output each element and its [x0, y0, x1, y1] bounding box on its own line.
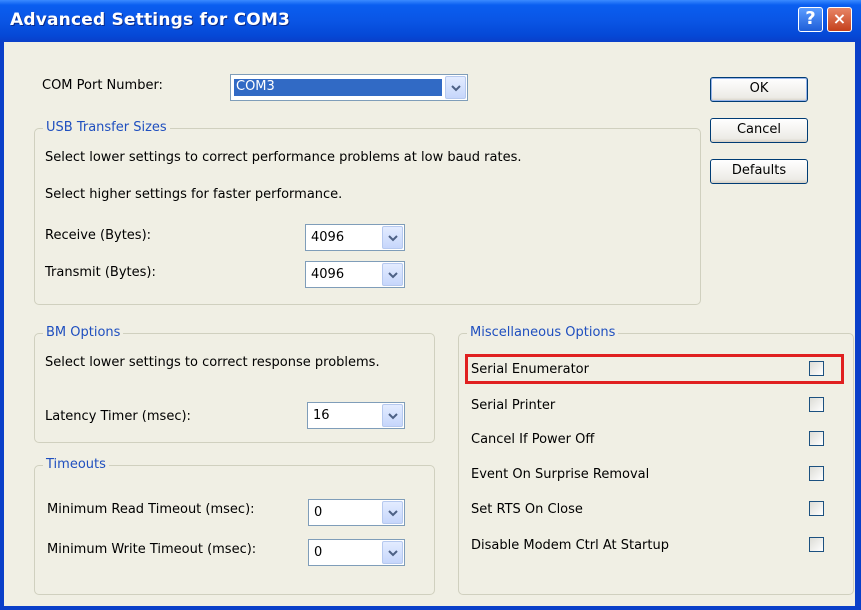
- help-icon: ?: [805, 8, 816, 29]
- latency-timer-select[interactable]: 16: [307, 402, 405, 429]
- latency-timer-value: 16: [313, 408, 330, 423]
- serial-printer-checkbox[interactable]: [809, 397, 824, 412]
- usb-group-title: USB Transfer Sizes: [43, 120, 170, 135]
- chevron-down-icon[interactable]: [382, 404, 403, 427]
- chevron-down-icon[interactable]: [382, 541, 403, 564]
- chevron-down-icon[interactable]: [382, 501, 403, 524]
- misc-group-title: Miscellaneous Options: [467, 325, 619, 340]
- window-title: Advanced Settings for COM3: [10, 10, 291, 30]
- misc-options-group: Miscellaneous Options Serial Enumerator …: [458, 325, 854, 595]
- com-port-value: COM3: [234, 79, 442, 96]
- chevron-down-icon[interactable]: [382, 263, 403, 286]
- chevron-down-icon[interactable]: [382, 226, 403, 249]
- close-button[interactable]: ×: [827, 7, 852, 32]
- cancel-button[interactable]: Cancel: [710, 118, 808, 143]
- help-button[interactable]: ?: [798, 7, 823, 32]
- min-read-timeout-label: Minimum Read Timeout (msec):: [47, 502, 255, 517]
- min-write-timeout-select[interactable]: 0: [308, 539, 405, 566]
- disable-modem-ctrl-checkbox[interactable]: [809, 537, 824, 552]
- chevron-down-icon[interactable]: [445, 76, 466, 99]
- event-on-surprise-removal-checkbox[interactable]: [809, 466, 824, 481]
- defaults-button[interactable]: Defaults: [710, 159, 808, 184]
- dialog-client-area: COM Port Number: COM3 OK Cancel Defaults…: [4, 42, 855, 606]
- com-port-select[interactable]: COM3: [230, 74, 468, 101]
- timeouts-group-title: Timeouts: [43, 457, 109, 472]
- cancel-if-power-off-label: Cancel If Power Off: [471, 432, 595, 447]
- disable-modem-ctrl-label: Disable Modem Ctrl At Startup: [471, 538, 669, 553]
- receive-bytes-value: 4096: [311, 230, 345, 245]
- dialog-window: Advanced Settings for COM3 ? × COM Port …: [0, 0, 861, 610]
- serial-enumerator-checkbox[interactable]: [809, 361, 824, 376]
- event-on-surprise-removal-label: Event On Surprise Removal: [471, 467, 650, 482]
- transmit-bytes-select[interactable]: 4096: [305, 261, 405, 288]
- transmit-bytes-label: Transmit (Bytes):: [45, 265, 156, 280]
- transmit-bytes-value: 4096: [311, 267, 345, 282]
- min-read-timeout-select[interactable]: 0: [308, 499, 405, 526]
- serial-enumerator-label: Serial Enumerator: [471, 362, 589, 377]
- usb-hint-higher: Select higher settings for faster perfor…: [45, 187, 343, 202]
- set-rts-on-close-checkbox[interactable]: [809, 501, 824, 516]
- receive-bytes-label: Receive (Bytes):: [45, 228, 152, 243]
- timeouts-group: Timeouts Minimum Read Timeout (msec): 0 …: [34, 457, 435, 595]
- bm-hint: Select lower settings to correct respons…: [45, 355, 380, 370]
- min-write-timeout-label: Minimum Write Timeout (msec):: [47, 542, 257, 557]
- receive-bytes-select[interactable]: 4096: [305, 224, 405, 251]
- usb-transfer-sizes-group: USB Transfer Sizes Select lower settings…: [34, 120, 701, 305]
- cancel-if-power-off-checkbox[interactable]: [809, 431, 824, 446]
- title-bar[interactable]: Advanced Settings for COM3 ? ×: [0, 0, 861, 42]
- bm-group-title: BM Options: [43, 325, 124, 340]
- min-write-timeout-value: 0: [314, 545, 323, 560]
- bm-options-group: BM Options Select lower settings to corr…: [34, 325, 435, 443]
- com-port-label: COM Port Number:: [42, 78, 163, 93]
- usb-hint-lower: Select lower settings to correct perform…: [45, 150, 522, 165]
- serial-printer-label: Serial Printer: [471, 398, 556, 413]
- latency-timer-label: Latency Timer (msec):: [45, 409, 191, 424]
- set-rts-on-close-label: Set RTS On Close: [471, 502, 583, 517]
- min-read-timeout-value: 0: [314, 505, 323, 520]
- close-icon: ×: [832, 9, 847, 28]
- ok-button[interactable]: OK: [710, 77, 808, 102]
